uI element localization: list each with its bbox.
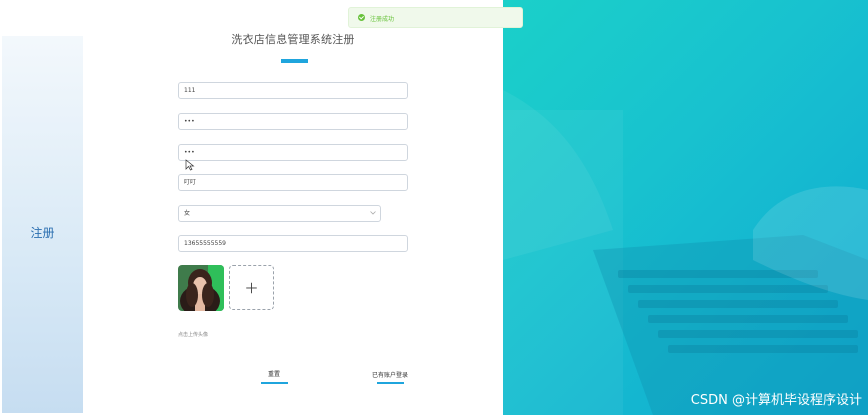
page-title: 洗衣店信息管理系统注册 [231, 33, 355, 46]
toast-message: 注册成功 [370, 16, 395, 23]
laptop-illustration [503, 90, 868, 415]
password-input[interactable]: ••• [178, 113, 408, 130]
left-sidebar: 注册 [2, 36, 83, 413]
gender-value: 女 [184, 210, 191, 217]
title-underline [281, 59, 308, 63]
name-input[interactable]: 叮叮 [178, 174, 408, 191]
username-value: 111 [184, 87, 196, 94]
confirm-password-value: ••• [184, 149, 195, 156]
login-underline [377, 382, 404, 384]
register-label: 注册 [30, 226, 55, 240]
gender-select[interactable]: 女 [178, 205, 381, 222]
upload-avatar-button[interactable] [229, 265, 274, 310]
reset-button[interactable]: 重置 [259, 369, 289, 378]
reset-underline [261, 382, 288, 384]
phone-value: 13655555559 [184, 240, 226, 247]
hero-image-panel [503, 0, 868, 415]
password-value: ••• [184, 118, 195, 125]
username-input[interactable]: 111 [178, 82, 408, 99]
login-link[interactable]: 已有账户登录 [366, 370, 414, 379]
register-form: 洗衣店信息管理系统注册 111 ••• ••• 叮叮 女 13655555559 [83, 0, 503, 415]
plus-icon [246, 282, 257, 294]
watermark-text: CSDN @计算机毕设程序设计 [690, 393, 862, 408]
confirm-password-input[interactable]: ••• [178, 144, 408, 161]
name-value: 叮叮 [184, 179, 197, 186]
avatar-image[interactable] [178, 265, 224, 311]
chevron-down-icon [370, 206, 376, 221]
mouse-cursor-icon [185, 159, 195, 171]
phone-input[interactable]: 13655555559 [178, 235, 408, 252]
success-toast: 注册成功 [348, 7, 523, 28]
check-circle-icon [358, 14, 365, 21]
avatar-hint: 点击上传头像 [178, 332, 209, 338]
